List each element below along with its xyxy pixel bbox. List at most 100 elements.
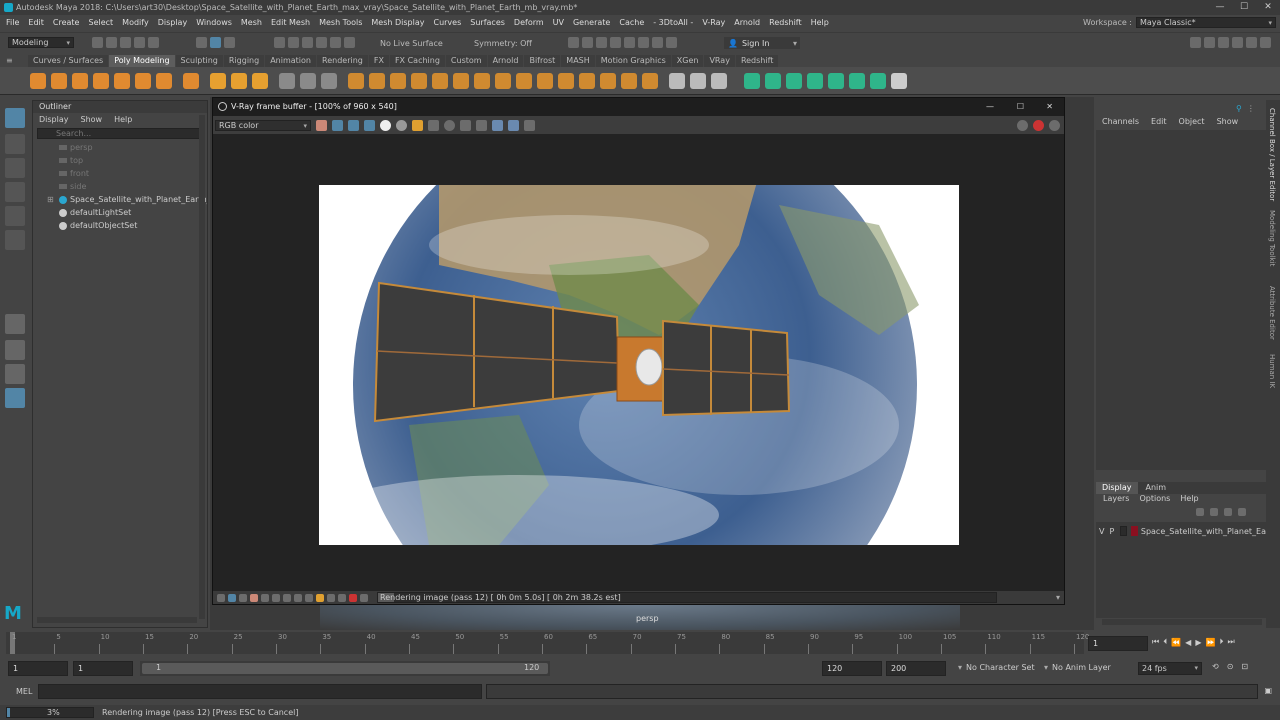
target-weld-icon[interactable] (711, 72, 727, 89)
loop-icon[interactable]: ⟲ (1212, 662, 1219, 671)
blue-channel-icon[interactable] (364, 119, 375, 131)
vray-status-icon-5[interactable] (261, 593, 269, 602)
hypershade-icon[interactable] (624, 37, 635, 48)
poly-cube-icon[interactable] (51, 72, 67, 89)
shelf-tab-rendering[interactable]: Rendering (317, 55, 368, 67)
menu-edit[interactable]: Edit (28, 18, 44, 27)
shelf-tab-curves-surfaces[interactable]: Curves / Surfaces (28, 55, 109, 67)
menu-mesh-display[interactable]: Mesh Display (371, 18, 424, 27)
shelf-tab-custom[interactable]: Custom (445, 55, 487, 67)
snap-surface-icon[interactable] (330, 37, 341, 48)
track-mouse-icon[interactable] (460, 119, 471, 131)
vray-status-icon-4[interactable] (250, 593, 258, 602)
tab-display[interactable]: Display (1096, 482, 1138, 494)
menu-windows[interactable]: Windows (196, 18, 232, 27)
spherical-uv-icon[interactable] (786, 72, 802, 89)
svg-tool-icon[interactable] (252, 72, 268, 89)
type-tool-icon[interactable] (231, 72, 247, 89)
planar-uv-icon[interactable] (744, 72, 760, 89)
multi-cut-icon[interactable] (669, 72, 685, 89)
play-forward-icon[interactable]: ▶ (1195, 638, 1201, 647)
bridge-icon[interactable] (411, 72, 427, 89)
side-tab-attribute-editor[interactable]: Attribute Editor (1268, 286, 1276, 340)
menu-mesh[interactable]: Mesh (241, 18, 262, 27)
collapse-icon[interactable] (579, 72, 595, 89)
triangulate-icon[interactable] (516, 72, 532, 89)
menu-arnold[interactable]: Arnold (734, 18, 760, 27)
mirror-icon[interactable] (321, 72, 337, 89)
outliner-toggle-icon[interactable] (1260, 37, 1271, 48)
select-hierarchy-icon[interactable] (196, 37, 207, 48)
step-forward-frame-icon[interactable]: ⏩ (1205, 638, 1215, 647)
lens-effects-icon[interactable] (524, 119, 535, 131)
outliner-item[interactable]: ⊞ Space_Satellite_with_Planet_Earth_nc (33, 193, 207, 206)
render-last-icon[interactable] (1017, 119, 1028, 131)
range-handle[interactable]: 1 120 (142, 663, 548, 674)
menu-mesh-tools[interactable]: Mesh Tools (319, 18, 362, 27)
pause-icon[interactable] (666, 37, 677, 48)
outliner-item[interactable]: top (33, 154, 207, 167)
paint-select-icon[interactable] (5, 158, 25, 178)
expand-icon[interactable]: ⊞ (47, 193, 54, 206)
shelf-tab-arnold[interactable]: Arnold (487, 55, 524, 67)
animation-start-field[interactable]: 1 (8, 661, 68, 676)
anim-prefs-icon[interactable]: ⊡ (1241, 662, 1248, 671)
channel-menu-show[interactable]: Show (1217, 117, 1239, 126)
redo-icon[interactable] (148, 37, 159, 48)
go-to-start-icon[interactable]: ⏮ (1152, 637, 1159, 647)
new-layer-icon[interactable] (1196, 508, 1204, 516)
load-image-icon[interactable] (428, 119, 439, 131)
poly-plane-icon[interactable] (135, 72, 151, 89)
open-scene-icon[interactable] (106, 37, 117, 48)
shelf-menu-icon[interactable]: ≡ (6, 56, 13, 65)
vray-status-icon-10[interactable] (316, 593, 324, 602)
move-layer-down-icon[interactable] (1238, 508, 1246, 516)
shelf-tab-sculpting[interactable]: Sculpting (175, 55, 223, 67)
vray-close-icon[interactable]: ✕ (1046, 98, 1053, 116)
anim-layer-selector[interactable]: ▾ No Anim Layer (1044, 663, 1111, 672)
new-scene-icon[interactable] (92, 37, 103, 48)
vray-status-icon-7[interactable] (283, 593, 291, 602)
menu-surfaces[interactable]: Surfaces (470, 18, 505, 27)
merge-icon[interactable] (558, 72, 574, 89)
outliner-item[interactable]: defaultLightSet (33, 206, 207, 219)
layer-menu-help[interactable]: Help (1180, 494, 1198, 503)
time-slider[interactable]: 1 5 10 15 20 25 30 35 40 45 50 55 60 65 70 75 80 85 90 95 10… (0, 632, 1280, 657)
playback-start-field[interactable]: 1 (73, 661, 133, 676)
vray-ipr-icon[interactable] (652, 37, 663, 48)
green-channel-icon[interactable] (348, 119, 359, 131)
poly-torus-icon[interactable] (114, 72, 130, 89)
vray-status-icon-13[interactable] (349, 593, 357, 602)
poly-cone-icon[interactable] (93, 72, 109, 89)
maximize-icon[interactable]: ☐ (1232, 0, 1256, 15)
poly-disc-icon[interactable] (156, 72, 172, 89)
snap-projected-icon[interactable] (316, 37, 327, 48)
reduce-icon[interactable] (495, 72, 511, 89)
scale-tool-icon[interactable] (5, 230, 25, 250)
time-ruler[interactable]: 1 5 10 15 20 25 30 35 40 45 50 55 60 65 70 75 80 85 90 95 10… (6, 632, 1089, 654)
automatic-uv-icon[interactable] (807, 72, 823, 89)
vray-status-icon-1[interactable] (217, 593, 225, 602)
shelf-tab-xgen[interactable]: XGen (671, 55, 704, 67)
layer-color-swatch[interactable] (1120, 526, 1128, 536)
shelf-tab-fx-caching[interactable]: FX Caching (389, 55, 445, 67)
smooth-icon[interactable] (348, 72, 364, 89)
quadrangulate-icon[interactable] (537, 72, 553, 89)
poly-platonic-icon[interactable] (183, 72, 199, 89)
shelf-tab-poly-modeling[interactable]: Poly Modeling (109, 55, 175, 67)
new-layer-selected-icon[interactable] (1210, 508, 1218, 516)
outliner-layout-icon[interactable] (5, 388, 25, 408)
vray-status-chevron-icon[interactable]: ▾ (1056, 593, 1060, 602)
go-to-end-icon[interactable]: ⏭ (1227, 637, 1234, 647)
vray-status-icon-9[interactable] (305, 593, 313, 602)
copy-to-host-icon[interactable] (476, 119, 487, 131)
shelf-tab-animation[interactable]: Animation (265, 55, 316, 67)
shelf-tab-fx[interactable]: FX (368, 55, 389, 67)
snap-grid-icon[interactable] (274, 37, 285, 48)
vray-status-icon-6[interactable] (272, 593, 280, 602)
menu-uv[interactable]: UV (553, 18, 564, 27)
layer-playback[interactable]: P (1107, 527, 1116, 536)
step-forward-key-icon[interactable]: ⏵ (1219, 637, 1223, 647)
super-shape-icon[interactable] (210, 72, 226, 89)
shelf-tab-motion-graphics[interactable]: Motion Graphics (595, 55, 671, 67)
